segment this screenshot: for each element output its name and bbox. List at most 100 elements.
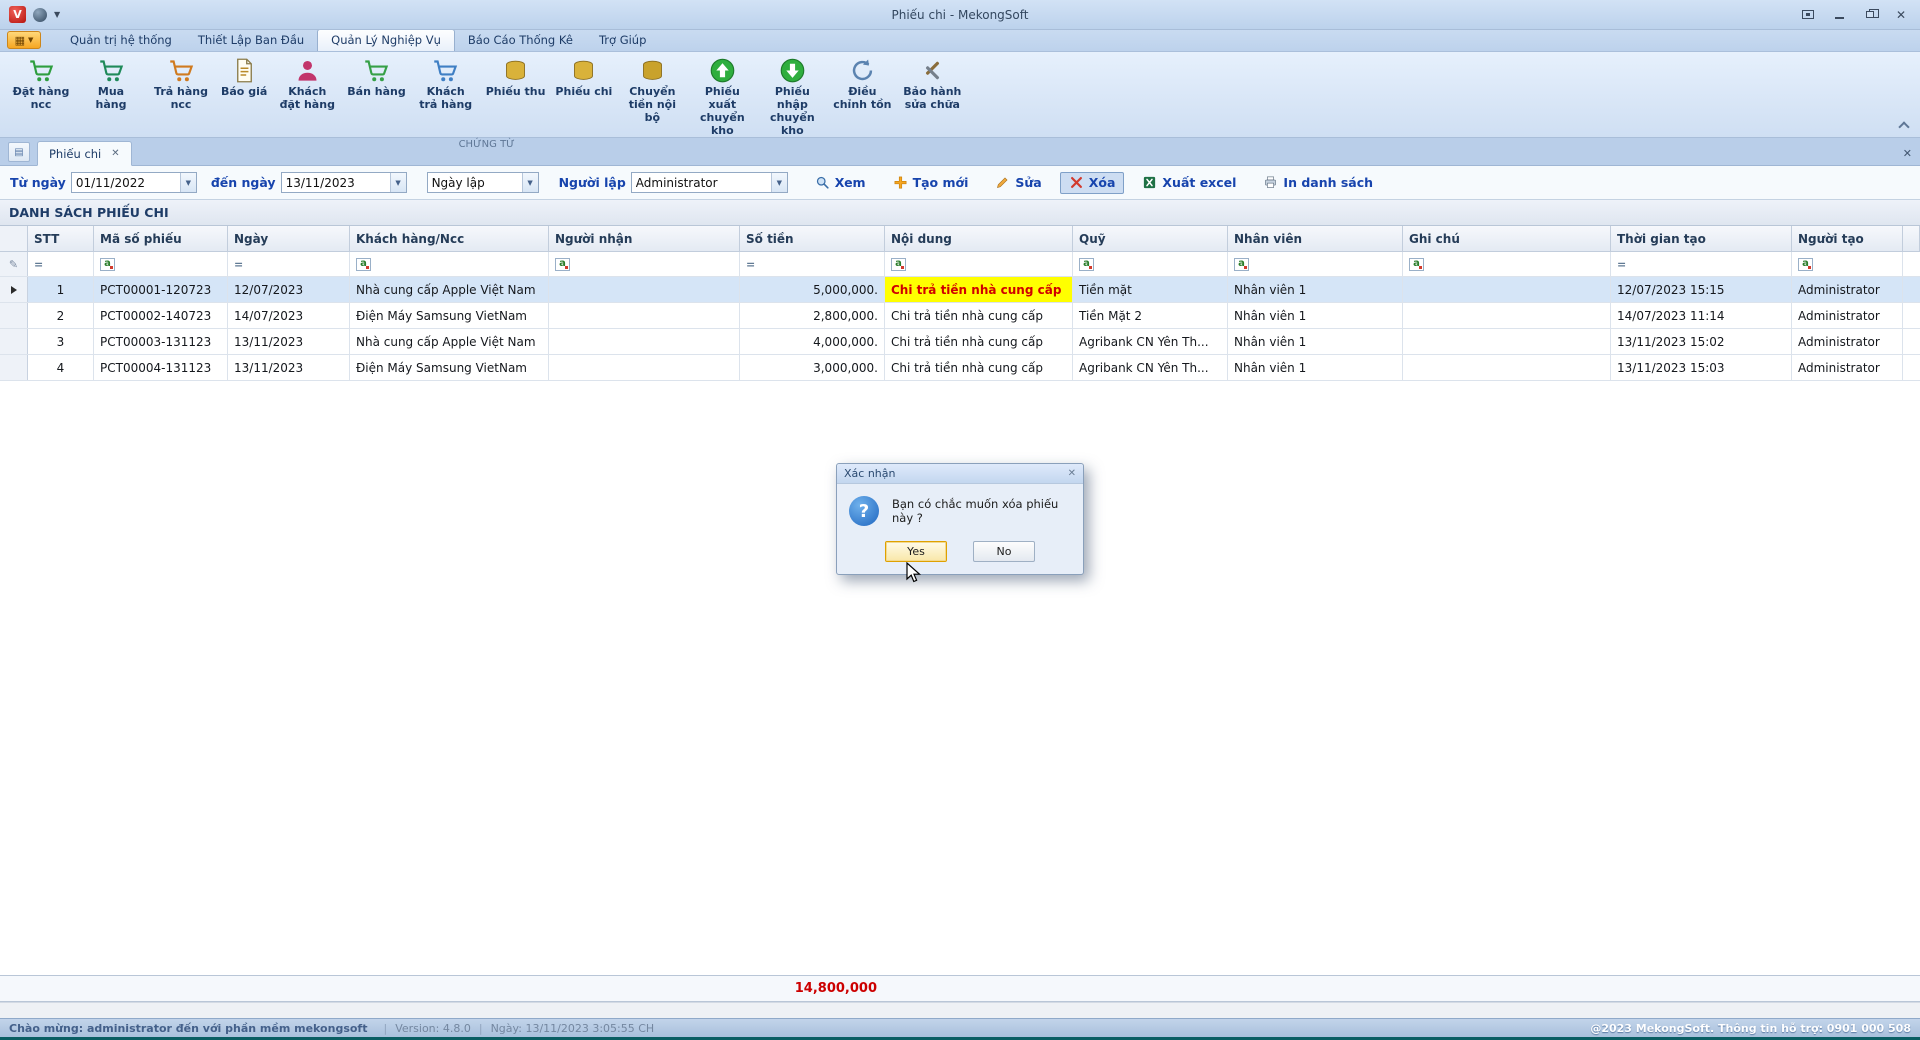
ribbon-button-khach-dat-hang[interactable]: Khách đặt hàng xyxy=(272,53,342,112)
menu-tab-quan-ly-nghiep-vu[interactable]: Quản Lý Nghiệp Vụ xyxy=(317,29,455,51)
ribbon-collapse-icon[interactable] xyxy=(1899,120,1908,129)
filter-cell-ghi_chu[interactable]: a xyxy=(1403,252,1611,276)
table-row[interactable]: 4PCT00004-13112313/11/2023Điện Máy Samsu… xyxy=(0,355,1920,381)
to-date-input[interactable] xyxy=(282,173,390,192)
ribbon-button-label: Báo giá xyxy=(221,86,267,99)
action-button-xuat-excel[interactable]: Xuất excel xyxy=(1133,172,1245,194)
from-date-input[interactable] xyxy=(72,173,180,192)
horizontal-scrollbar[interactable] xyxy=(0,1002,1920,1018)
menu-tab-thiet-lap-ban-dau[interactable]: Thiết Lập Ban Đầu xyxy=(185,30,317,51)
column-header-ngay[interactable]: Ngày xyxy=(228,226,350,251)
column-header-ghi_chu[interactable]: Ghi chú xyxy=(1403,226,1611,251)
filter-cell-nguoi_nhan[interactable]: a xyxy=(549,252,740,276)
ribbon-button-chuyen-tien-noi-bo[interactable]: Chuyển tiền nội bộ xyxy=(617,53,687,125)
delete-icon xyxy=(1069,175,1084,190)
column-header-noi_dung[interactable]: Nội dung xyxy=(885,226,1073,251)
ribbon-button-tra-hang-ncc[interactable]: Trả hàng ncc xyxy=(146,53,216,112)
minimize-button[interactable] xyxy=(1832,8,1846,22)
to-date-dropdown-icon[interactable]: ▼ xyxy=(390,173,406,192)
action-button-sua[interactable]: Sửa xyxy=(986,172,1050,194)
cell-ma_so_phieu: PCT00002-140723 xyxy=(94,303,228,328)
creator-input[interactable] xyxy=(632,173,771,192)
table-row[interactable]: 3PCT00003-13112313/11/2023Nhà cung cấp A… xyxy=(0,329,1920,355)
ribbon-button-phieu-chi[interactable]: Phiếu chi xyxy=(550,53,617,99)
app-grid-icon: ▦ xyxy=(15,35,25,46)
ribbon-button-bao-gia[interactable]: Báo giá xyxy=(216,53,272,99)
action-button-tao-moi[interactable]: Tạo mới xyxy=(884,172,978,194)
fullscreen-icon xyxy=(1802,10,1814,19)
cell-quy: Agribank CN Yên Th... xyxy=(1073,355,1228,380)
action-button-label: Xem xyxy=(835,175,866,190)
cell-noi_dung: Chi trả tiền nhà cung cấp xyxy=(885,355,1073,380)
ribbon-button-phieu-xuat-chuyen-kho[interactable]: Phiếu xuất chuyển kho xyxy=(687,53,757,138)
column-header-thoi_gian_tao[interactable]: Thời gian tạo xyxy=(1611,226,1792,251)
column-header-nguoi_tao[interactable]: Người tạo xyxy=(1792,226,1903,251)
filter-cell-nhan_vien[interactable]: a xyxy=(1228,252,1403,276)
sort-field-input[interactable] xyxy=(428,173,522,192)
action-button-xem[interactable]: Xem xyxy=(806,172,875,194)
fullscreen-button[interactable] xyxy=(1801,8,1815,22)
action-button-in-danh-sach[interactable]: In danh sách xyxy=(1254,172,1382,194)
cell-nhan_vien: Nhân viên 1 xyxy=(1228,277,1403,302)
column-header-nguoi_nhan[interactable]: Người nhận xyxy=(549,226,740,251)
ribbon-button-dieu-chinh-ton[interactable]: Điều chỉnh tồn xyxy=(827,53,897,112)
person-icon xyxy=(294,57,321,84)
filter-cell-quy[interactable]: a xyxy=(1073,252,1228,276)
menu-tab-bao-cao-thong-ke[interactable]: Báo Cáo Thống Kê xyxy=(455,30,586,51)
ribbon-button-dat-hang-ncc[interactable]: Đặt hàng ncc xyxy=(6,53,76,112)
ribbon-button-bao-hanh-sua-chua[interactable]: Bảo hành sửa chữa xyxy=(897,53,967,112)
document-tab-phieu-chi[interactable]: Phiếu chi ✕ xyxy=(37,141,132,166)
ribbon-button-phieu-thu[interactable]: Phiếu thu xyxy=(481,53,551,99)
ribbon-button-ban-hang[interactable]: Bán hàng xyxy=(342,53,410,99)
menu-tab-tro-giup[interactable]: Trợ Giúp xyxy=(586,30,659,51)
cell-khach_hang: Nhà cung cấp Apple Việt Nam xyxy=(350,329,549,354)
application-button[interactable]: ▦ ▼ xyxy=(7,31,41,49)
filter-cell-nguoi_tao[interactable]: a xyxy=(1792,252,1903,276)
column-header-nhan_vien[interactable]: Nhân viên xyxy=(1228,226,1403,251)
menu-tab-quan-tri-he-thong[interactable]: Quản trị hệ thống xyxy=(57,30,185,51)
dialog-close-icon[interactable]: ✕ xyxy=(1068,468,1076,479)
grid-rows: 1PCT00001-12072312/07/2023Nhà cung cấp A… xyxy=(0,277,1920,381)
filter-cell-so_tien[interactable]: = xyxy=(740,252,885,276)
close-button[interactable]: ✕ xyxy=(1894,8,1908,22)
ribbon-button-label: Bảo hành sửa chữa xyxy=(902,86,962,112)
new-icon xyxy=(893,175,908,190)
filter-cell-ngay[interactable]: = xyxy=(228,252,350,276)
filter-row-indicator: ✎ xyxy=(0,252,28,276)
tab-close-icon[interactable]: ✕ xyxy=(111,148,119,159)
no-button[interactable]: No xyxy=(973,541,1035,562)
row-indicator xyxy=(0,277,28,302)
dialog-title-bar[interactable]: Xác nhận ✕ xyxy=(837,464,1083,484)
ribbon-button-mua-hang[interactable]: Mua hàng xyxy=(76,53,146,112)
table-row[interactable]: 1PCT00001-12072312/07/2023Nhà cung cấp A… xyxy=(0,277,1920,303)
strip-close-button[interactable]: ✕ xyxy=(1903,147,1912,160)
ribbon-button-khach-tra-hang[interactable]: Khách trả hàng xyxy=(411,53,481,112)
action-button-label: Xóa xyxy=(1089,175,1116,190)
column-header-stt[interactable]: STT xyxy=(28,226,94,251)
creator-dropdown-icon[interactable]: ▼ xyxy=(771,173,787,192)
sort-field-dropdown-icon[interactable]: ▼ xyxy=(522,173,538,192)
filter-cell-noi_dung[interactable]: a xyxy=(885,252,1073,276)
filter-cell-khach_hang[interactable]: a xyxy=(350,252,549,276)
from-date-picker: ▼ xyxy=(71,172,197,193)
app-menu-icon[interactable] xyxy=(33,8,47,22)
column-header-quy[interactable]: Quỹ xyxy=(1073,226,1228,251)
column-header-so_tien[interactable]: Số tiền xyxy=(740,226,885,251)
column-header-khach_hang[interactable]: Khách hàng/Ncc xyxy=(350,226,549,251)
table-row[interactable]: 2PCT00002-14072314/07/2023Điện Máy Samsu… xyxy=(0,303,1920,329)
filter-cell-thoi_gian_tao[interactable]: = xyxy=(1611,252,1792,276)
ribbon-button-phieu-nhap-chuyen-kho[interactable]: Phiếu nhập chuyển kho xyxy=(757,53,827,138)
column-header-ma_so_phieu[interactable]: Mã số phiếu xyxy=(94,226,228,251)
yes-button[interactable]: Yes xyxy=(885,541,947,562)
action-button-xoa[interactable]: Xóa xyxy=(1060,172,1125,194)
filter-cell-stt[interactable]: = xyxy=(28,252,94,276)
cell-nhan_vien: Nhân viên 1 xyxy=(1228,303,1403,328)
edit-icon xyxy=(995,175,1010,190)
quick-access-caret-icon[interactable]: ▼ xyxy=(54,10,60,19)
quick-access-toolbar: V ▼ xyxy=(0,6,60,23)
filter-cell-ma_so_phieu[interactable]: a xyxy=(94,252,228,276)
restore-button[interactable] xyxy=(1863,8,1877,22)
from-date-dropdown-icon[interactable]: ▼ xyxy=(180,173,196,192)
equals-filter-icon: = xyxy=(234,258,243,271)
cell-khach_hang: Điện Máy Samsung VietNam xyxy=(350,303,549,328)
